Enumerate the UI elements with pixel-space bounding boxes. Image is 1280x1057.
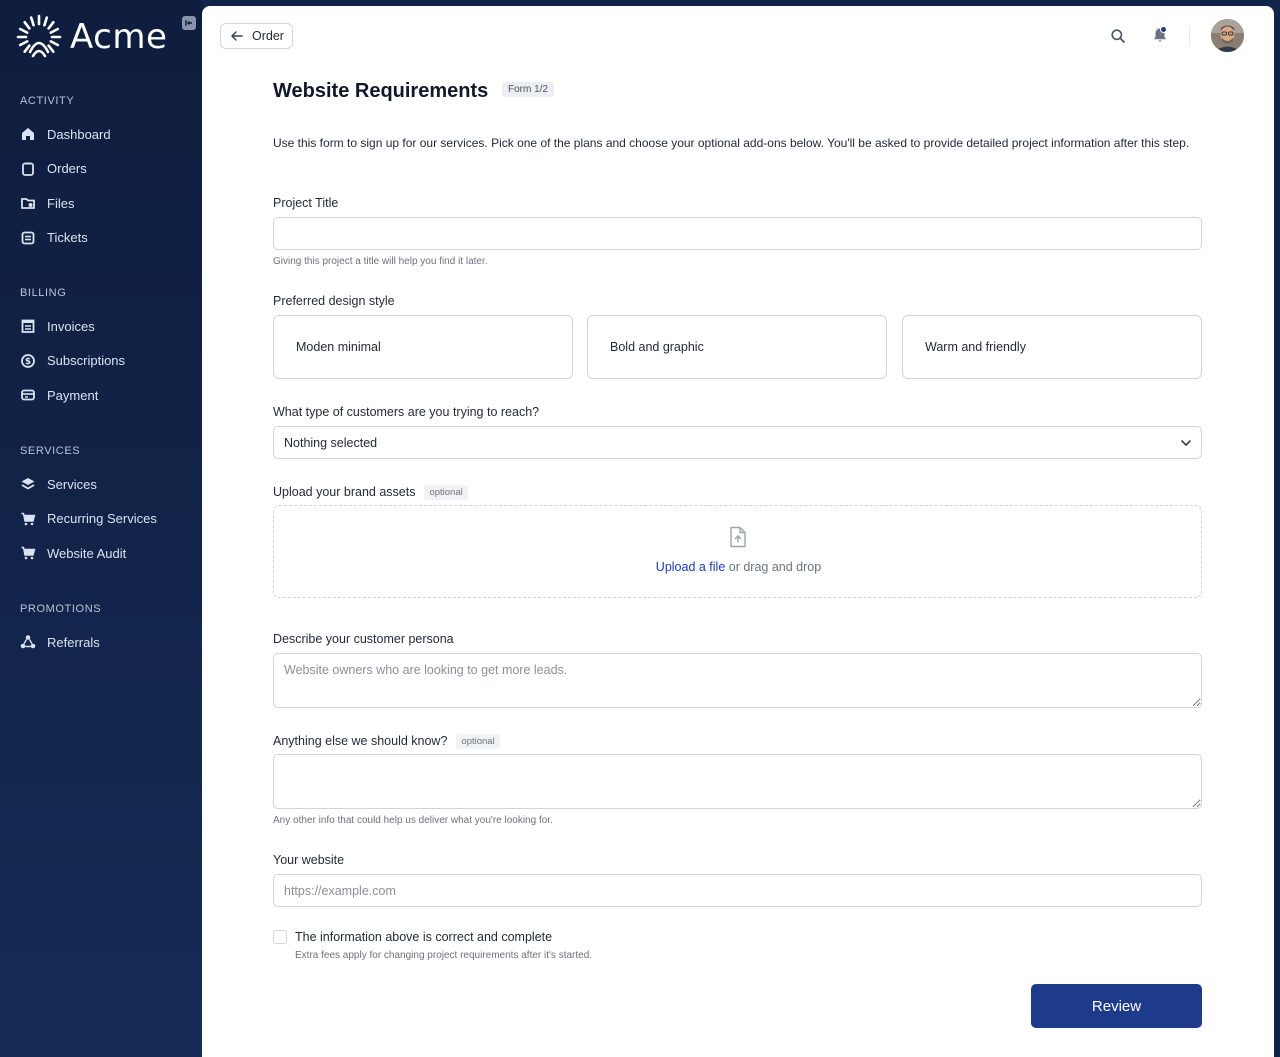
sidebar-item-label: Services xyxy=(47,476,97,492)
sidebar-item-referrals[interactable]: Referrals xyxy=(0,625,202,660)
page-title: Website Requirements xyxy=(273,80,489,102)
svg-text:$: $ xyxy=(25,357,31,367)
sidebar-item-label: Files xyxy=(47,195,75,211)
customers-label: What type of customers are you trying to… xyxy=(273,405,540,419)
cart-icon xyxy=(20,545,36,561)
nav-section-billing: BILLING Invoices $ Subscriptions Payment xyxy=(0,284,202,413)
project-title-help: Giving this project a title will help yo… xyxy=(273,256,488,267)
nav-header: SERVICES xyxy=(20,445,81,457)
nav-section-activity: ACTIVITY Dashboard Orders Files Tickets xyxy=(0,92,202,255)
nav-header: PROMOTIONS xyxy=(20,603,102,615)
design-style-option-minimal[interactable]: Moden minimal xyxy=(273,315,573,379)
design-style-option-warm[interactable]: Warm and friendly xyxy=(902,315,1202,379)
upload-drag-text: or drag and drop xyxy=(725,560,822,574)
form-intro: Use this form to sign up for our service… xyxy=(273,136,1190,150)
subscription-icon: $ xyxy=(20,353,36,369)
brand[interactable]: Acme xyxy=(16,14,192,60)
home-icon xyxy=(20,126,36,142)
customers-select-value: Nothing selected xyxy=(284,435,378,450)
nav-header: ACTIVITY xyxy=(20,95,75,107)
anything-else-label: Anything else we should know? optional xyxy=(273,734,500,749)
back-button-label: Order xyxy=(252,29,284,43)
avatar[interactable] xyxy=(1211,19,1244,52)
search-icon[interactable] xyxy=(1110,28,1126,44)
sidebar-item-label: Recurring Services xyxy=(47,511,157,527)
topbar-divider xyxy=(1189,26,1190,46)
sidebar-item-dashboard[interactable]: Dashboard xyxy=(0,117,202,152)
sidebar-item-subscriptions[interactable]: $ Subscriptions xyxy=(0,344,202,379)
persona-label: Describe your customer persona xyxy=(273,632,454,646)
nav-header: BILLING xyxy=(20,287,67,299)
sidebar-item-recurring-services[interactable]: Recurring Services xyxy=(0,502,202,537)
confirm-checkbox[interactable] xyxy=(273,930,287,944)
sidebar-item-label: Subscriptions xyxy=(47,353,126,369)
sidebar-item-label: Orders xyxy=(47,161,87,177)
sidebar-item-files[interactable]: Files xyxy=(0,186,202,221)
brand-assets-label-text: Upload your brand assets xyxy=(273,485,416,499)
upload-file-link[interactable]: Upload a file xyxy=(656,560,726,574)
main-panel: Order Website Requirements Form 1/2 Use … xyxy=(202,6,1274,1057)
layers-icon xyxy=(20,476,36,492)
optional-badge: optional xyxy=(424,485,468,500)
cart-icon xyxy=(20,511,36,527)
sidebar-item-label: Invoices xyxy=(47,318,95,334)
persona-textarea[interactable] xyxy=(273,653,1202,708)
sidebar-item-invoices[interactable]: Invoices xyxy=(0,309,202,344)
file-upload-icon xyxy=(730,526,746,548)
design-style-label: Preferred design style xyxy=(273,294,395,308)
referrals-icon xyxy=(20,634,36,650)
sidebar-item-label: Website Audit xyxy=(47,545,127,561)
nav-section-services: SERVICES Services Recurring Services Web… xyxy=(0,442,202,571)
file-dropzone[interactable]: Upload a file or drag and drop xyxy=(273,505,1202,598)
project-title-input[interactable] xyxy=(273,217,1202,250)
anything-else-help: Any other info that could help us delive… xyxy=(273,815,553,826)
invoice-icon xyxy=(20,318,36,334)
sidebar: Acme ACTIVITY Dashboard Orders Files Tic… xyxy=(0,0,202,1057)
design-style-option-label: Bold and graphic xyxy=(610,340,704,354)
orders-icon xyxy=(20,161,36,177)
sunburst-logo-icon xyxy=(16,14,62,58)
sidebar-item-services[interactable]: Services xyxy=(0,467,202,502)
sidebar-item-orders[interactable]: Orders xyxy=(0,152,202,187)
website-input[interactable] xyxy=(273,874,1202,907)
brand-assets-label: Upload your brand assets optional xyxy=(273,485,468,500)
sidebar-item-website-audit[interactable]: Website Audit xyxy=(0,536,202,571)
sidebar-item-tickets[interactable]: Tickets xyxy=(0,221,202,256)
nav-section-promotions: PROMOTIONS Referrals xyxy=(0,600,202,660)
anything-else-label-text: Anything else we should know? xyxy=(273,734,448,748)
design-style-option-label: Moden minimal xyxy=(296,340,381,354)
confirm-label: The information above is correct and com… xyxy=(295,930,553,944)
design-style-option-bold[interactable]: Bold and graphic xyxy=(587,315,887,379)
website-label: Your website xyxy=(273,853,345,867)
sidebar-item-label: Payment xyxy=(47,387,99,403)
upload-instructions: Upload a file or drag and drop xyxy=(274,560,1203,574)
sidebar-item-label: Referrals xyxy=(47,634,100,650)
collapse-sidebar-icon[interactable] xyxy=(182,16,196,30)
notification-dot xyxy=(1160,26,1167,33)
review-button[interactable]: Review xyxy=(1031,984,1202,1028)
optional-badge: optional xyxy=(456,734,500,749)
tickets-icon xyxy=(20,230,36,246)
form-step-badge: Form 1/2 xyxy=(502,82,555,97)
files-icon xyxy=(20,195,36,211)
sidebar-item-label: Tickets xyxy=(47,230,88,246)
anything-else-textarea[interactable] xyxy=(273,754,1202,809)
confirm-help: Extra fees apply for changing project re… xyxy=(295,950,593,961)
project-title-label: Project Title xyxy=(273,196,339,210)
sidebar-item-payment[interactable]: Payment xyxy=(0,378,202,413)
chevron-down-icon xyxy=(1181,440,1191,446)
credit-card-icon xyxy=(20,387,36,403)
back-button[interactable]: Order xyxy=(220,23,293,49)
sidebar-item-label: Dashboard xyxy=(47,126,111,142)
customers-select[interactable]: Nothing selected xyxy=(273,426,1202,459)
design-style-option-label: Warm and friendly xyxy=(925,340,1026,354)
brand-name: Acme xyxy=(70,17,168,57)
arrow-left-icon xyxy=(231,31,243,41)
